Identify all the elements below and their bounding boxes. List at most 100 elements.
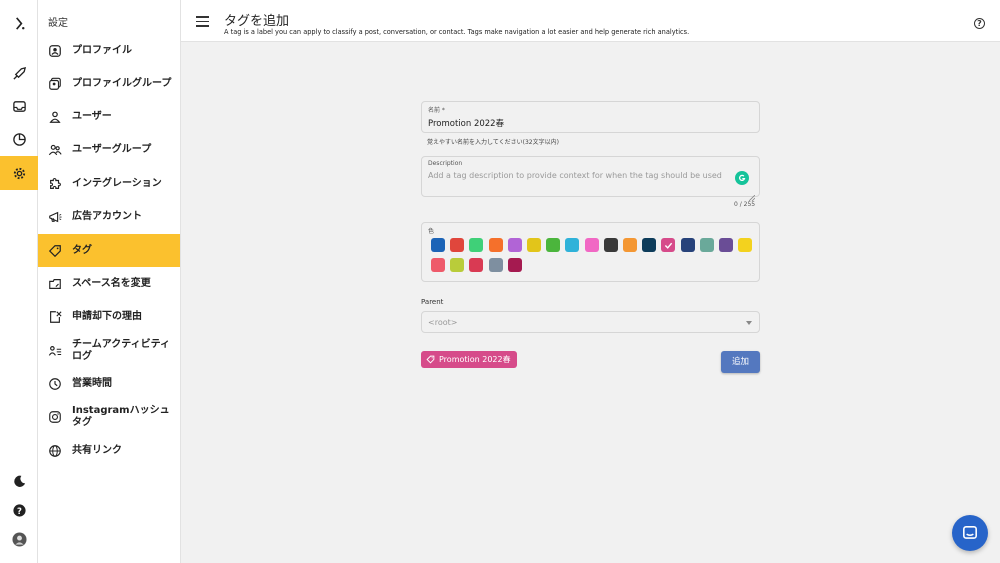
sidebar-item-label: プロファイルグループ xyxy=(72,77,172,89)
color-swatch[interactable] xyxy=(507,238,522,252)
sidebar-item-business-hours[interactable]: 営業時間 xyxy=(38,367,180,400)
color-swatch[interactable] xyxy=(738,238,753,252)
dark-mode-icon[interactable] xyxy=(0,466,38,496)
resize-handle-icon[interactable] xyxy=(748,186,756,202)
sidebar-item-tags[interactable]: タグ xyxy=(38,234,180,267)
sidebar-item-label: スペース名を変更 xyxy=(72,277,151,289)
sidebar-item-label: Instagramハッシュタグ xyxy=(72,404,170,428)
description-field[interactable]: Description Add a tag description to pro… xyxy=(421,156,760,202)
profile-icon xyxy=(48,44,62,58)
sidebar-item-integrations[interactable]: インテグレーション xyxy=(38,167,180,200)
color-swatch[interactable] xyxy=(507,258,522,272)
name-label: 名前 * xyxy=(428,107,445,114)
reject-icon xyxy=(48,310,62,324)
gear-icon[interactable] xyxy=(0,156,38,190)
tag-icon xyxy=(48,244,62,258)
menu-icon[interactable] xyxy=(196,16,209,28)
color-swatch[interactable] xyxy=(469,238,484,252)
color-swatch[interactable] xyxy=(699,238,714,252)
grammarly-icon[interactable] xyxy=(735,171,749,185)
name-helper-text: 覚えやすい名前を入力してください(32文字以内) xyxy=(427,139,559,146)
add-button[interactable]: 追加 xyxy=(721,351,760,373)
check-icon xyxy=(664,242,673,249)
color-swatch[interactable] xyxy=(565,238,580,252)
user-group-icon xyxy=(48,143,62,157)
color-swatch[interactable] xyxy=(469,258,484,272)
color-swatch[interactable] xyxy=(488,238,503,252)
puzzle-icon xyxy=(48,177,62,191)
color-swatch[interactable] xyxy=(623,238,637,252)
tag-icon xyxy=(426,355,435,364)
description-input[interactable]: Add a tag description to provide context… xyxy=(428,171,722,180)
sidebar-item-shared-links[interactable]: 共有リンク xyxy=(38,434,180,467)
page-title: タグを追加 xyxy=(224,14,290,29)
sidebar-item-label: チームアクティビティログ xyxy=(72,338,170,362)
color-swatch[interactable] xyxy=(450,258,465,272)
settings-sidebar: 設定 プロファイル プロファイルグループ ユーザー ユーザーグループ インテグレ… xyxy=(38,0,181,563)
color-swatch[interactable] xyxy=(450,238,465,252)
logo-icon[interactable] xyxy=(0,8,38,38)
sidebar-item-user-groups[interactable]: ユーザーグループ xyxy=(38,133,180,166)
sidebar-item-ad-accounts[interactable]: 広告アカウント xyxy=(38,200,180,233)
color-label: 色 xyxy=(428,228,435,235)
name-input[interactable]: Promotion 2022春 xyxy=(428,117,504,129)
color-picker: 色 xyxy=(421,222,760,282)
chat-launcher-button[interactable] xyxy=(952,515,988,551)
parent-select[interactable]: <root> xyxy=(421,311,760,333)
parent-label: Parent xyxy=(421,298,444,306)
clock-icon xyxy=(48,377,62,391)
color-swatch[interactable] xyxy=(719,238,733,252)
sidebar-item-label: 共有リンク xyxy=(72,444,122,456)
sidebar-item-label: プロファイル xyxy=(72,44,132,56)
sidebar-item-profile-groups[interactable]: プロファイルグループ xyxy=(38,67,180,100)
sidebar-item-instagram-hashtags[interactable]: Instagramハッシュタグ xyxy=(38,400,180,433)
sidebar-item-team-activity-log[interactable]: チームアクティビティログ xyxy=(38,334,180,367)
avatar[interactable] xyxy=(0,524,38,554)
page-subtitle: A tag is a label you can apply to classi… xyxy=(224,28,690,36)
rename-icon xyxy=(48,277,62,291)
app-rail: ? xyxy=(0,0,38,563)
color-swatch[interactable] xyxy=(603,238,618,252)
sidebar-item-label: 広告アカウント xyxy=(72,210,142,222)
name-field[interactable]: 名前 * Promotion 2022春 xyxy=(421,101,760,133)
pie-chart-icon[interactable] xyxy=(0,124,38,154)
sidebar-item-label: 営業時間 xyxy=(72,377,112,389)
description-label: Description xyxy=(428,160,463,167)
sidebar-item-label: ユーザー xyxy=(72,110,112,122)
tag-preview-chip: Promotion 2022春 xyxy=(421,351,517,368)
color-swatch[interactable] xyxy=(431,258,445,272)
sidebar-item-label: インテグレーション xyxy=(72,177,162,189)
profile-group-icon xyxy=(48,77,62,91)
color-swatch[interactable] xyxy=(642,238,657,252)
color-swatch[interactable] xyxy=(680,238,695,252)
rocket-icon[interactable] xyxy=(0,58,38,88)
color-swatch[interactable] xyxy=(488,258,503,272)
megaphone-icon xyxy=(48,210,62,224)
color-swatch[interactable] xyxy=(527,238,541,252)
color-swatch[interactable] xyxy=(546,238,561,252)
chat-icon xyxy=(963,526,977,539)
sidebar-item-profile[interactable]: プロファイル xyxy=(38,34,180,67)
sidebar-item-users[interactable]: ユーザー xyxy=(38,100,180,133)
caret-down-icon xyxy=(746,321,752,325)
sidebar-item-rejection-reasons[interactable]: 申請却下の理由 xyxy=(38,300,180,333)
help-icon[interactable]: ? xyxy=(0,495,38,525)
sidebar-item-label: 申請却下の理由 xyxy=(72,310,142,322)
instagram-icon xyxy=(48,410,62,424)
tag-preview-label: Promotion 2022春 xyxy=(439,355,511,364)
sidebar-item-label: ユーザーグループ xyxy=(72,143,152,155)
sidebar-title: 設定 xyxy=(48,18,68,29)
svg-text:?: ? xyxy=(17,505,22,515)
color-swatch[interactable] xyxy=(661,238,676,252)
inbox-icon[interactable] xyxy=(0,91,38,121)
page-header: タグを追加 A tag is a label you can apply to … xyxy=(181,4,1000,42)
help-circle-icon[interactable]: ? xyxy=(974,18,985,29)
parent-select-value: <root> xyxy=(428,318,458,327)
color-swatch[interactable] xyxy=(431,238,445,252)
activity-icon xyxy=(48,344,62,358)
description-counter: 0 / 255 xyxy=(734,201,756,208)
color-swatch[interactable] xyxy=(584,238,599,252)
sidebar-item-label: タグ xyxy=(72,244,92,256)
user-icon xyxy=(48,110,62,124)
sidebar-item-rename-space[interactable]: スペース名を変更 xyxy=(38,267,180,300)
